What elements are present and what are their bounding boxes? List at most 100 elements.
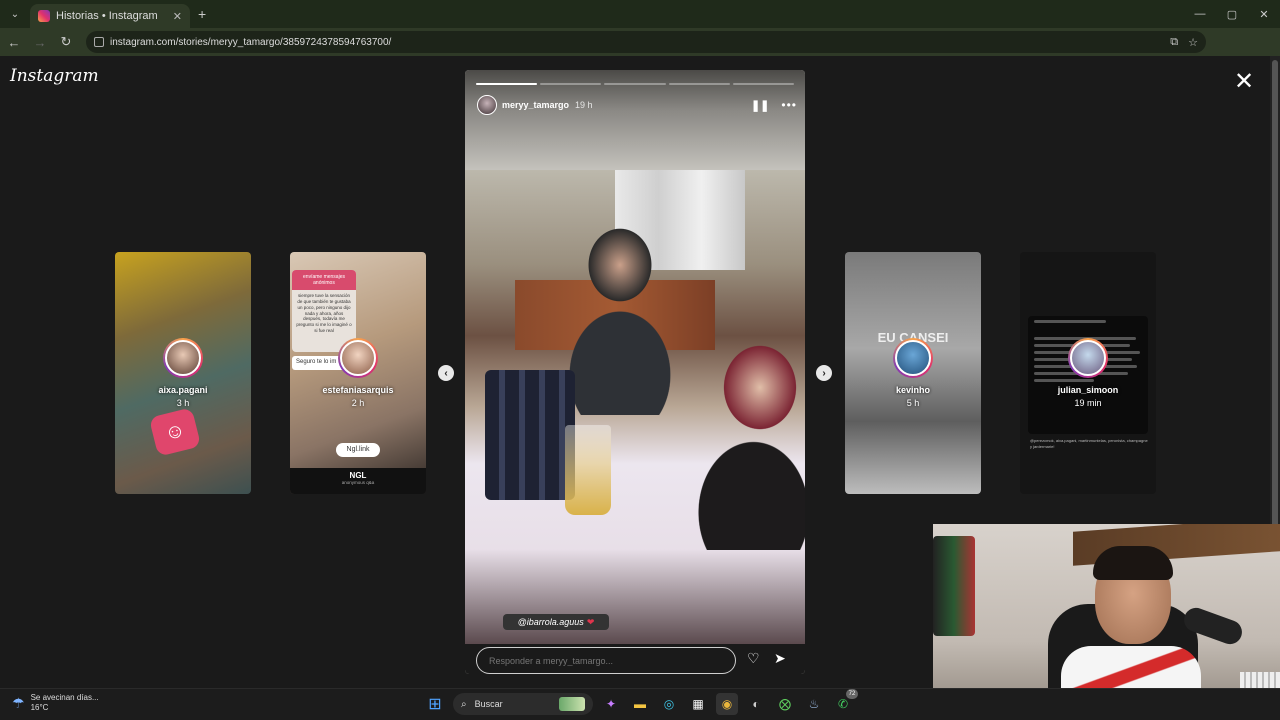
browser-tabbar: ⌄ Historias • Instagram ✕ + — ▢ ✕ xyxy=(0,0,1280,28)
smiley-sticker-icon: ☺ xyxy=(148,407,202,457)
ngl-question-body: siempre tuve la sensación de que también… xyxy=(296,293,352,334)
preview-username: estefaniasarquis xyxy=(322,385,394,395)
preview-tags-text: @perezcmok, aixa.pagani, martinmuntelas,… xyxy=(1030,438,1148,449)
bookmark-star-icon[interactable]: ☆ xyxy=(1188,36,1198,49)
more-options-icon[interactable]: ••• xyxy=(781,98,797,112)
windows-taskbar: ☂ Se avecinan días... 16°C ⊞ ⌕ Buscar ✦ … xyxy=(0,688,1280,720)
heart-emoji-icon: ❤ xyxy=(586,616,595,627)
reload-icon[interactable]: ↻ xyxy=(54,30,78,54)
story-progress-bar xyxy=(476,83,795,85)
progress-segment xyxy=(476,83,538,85)
webcam-hair xyxy=(1093,546,1173,580)
copilot-icon[interactable]: ✦ xyxy=(600,693,622,715)
weather-line2: 16°C xyxy=(30,703,49,713)
next-story-button[interactable]: › xyxy=(816,365,832,381)
window-controls: — ▢ ✕ xyxy=(1184,0,1280,28)
search-icon: ⌕ xyxy=(461,698,467,710)
search-label: Buscar xyxy=(474,699,503,709)
tab-search-menu-icon[interactable]: ⌄ xyxy=(4,3,26,25)
notification-badge: 72 xyxy=(846,689,858,699)
ngl-link-sticker: Ngl.link xyxy=(336,443,380,457)
story-preview-julian-simoon[interactable]: @perezcmok, aixa.pagani, martinmuntelas,… xyxy=(1020,252,1156,494)
ngl-question-card: envíame mensajes anónimos siempre tuve l… xyxy=(292,270,356,352)
preview-time: 3 h xyxy=(176,398,190,408)
windows-start-icon[interactable]: ⊞ xyxy=(424,693,446,715)
webcam-wall-flag xyxy=(933,536,975,636)
browser-toolbar: ← → ↻ instagram.com/stories/meryy_tamarg… xyxy=(0,28,1280,73)
tweet-line xyxy=(1034,320,1106,323)
progress-segment xyxy=(540,83,602,85)
preview-time: 5 h xyxy=(906,398,920,408)
story-preview-kevinho[interactable]: EU CANSEI kevinho 5 h xyxy=(845,252,981,494)
mention-sticker[interactable]: @ibarrola.aguus ❤ xyxy=(503,614,609,630)
taskbar-search[interactable]: ⌕ Buscar xyxy=(453,693,593,715)
story-viewer[interactable]: meryy_tamargo 19 h ❚❚ ••• @ibarrola.aguu… xyxy=(465,70,805,674)
story-preview-aixa-pagani[interactable]: ☺ aixa.pagani 3 h xyxy=(115,252,251,494)
xbox-icon[interactable]: ⨂ xyxy=(774,693,796,715)
instagram-favicon-icon xyxy=(38,10,50,22)
back-arrow-icon[interactable]: ← xyxy=(2,30,26,54)
minimize-button[interactable]: — xyxy=(1184,0,1216,28)
ngl-title: NGL xyxy=(349,471,367,480)
story-footer: ♡ ➤ xyxy=(465,644,805,674)
photo-person-right xyxy=(695,300,805,550)
weather-rain-icon: ☂ xyxy=(12,694,25,711)
close-window-button[interactable]: ✕ xyxy=(1248,0,1280,28)
preview-username: aixa.pagani xyxy=(158,385,208,395)
story-preview-estefaniasarquis[interactable]: envíame mensajes anónimos siempre tuve l… xyxy=(290,252,426,494)
search-highlight-icon xyxy=(559,697,585,711)
whatsapp-icon[interactable]: ✆ 72 xyxy=(832,689,858,715)
previous-story-button[interactable]: ‹ xyxy=(438,365,454,381)
obs-icon[interactable]: ◐ xyxy=(745,693,767,715)
url-text[interactable]: instagram.com/stories/meryy_tamargo/3859… xyxy=(110,37,1160,48)
ngl-bar: NGL anonymous q&a xyxy=(290,468,426,494)
edge-icon[interactable]: ◎ xyxy=(658,693,680,715)
address-bar[interactable]: instagram.com/stories/meryy_tamargo/3859… xyxy=(86,31,1206,53)
send-icon[interactable]: ➤ xyxy=(774,650,786,667)
pause-icon[interactable]: ❚❚ xyxy=(751,99,769,112)
install-app-icon[interactable]: ⧉ xyxy=(1170,36,1178,49)
photo-cup xyxy=(565,425,611,515)
avatar[interactable] xyxy=(477,95,497,115)
microsoft-store-icon[interactable]: ▦ xyxy=(687,693,709,715)
avatar xyxy=(165,340,201,376)
site-info-icon[interactable] xyxy=(94,37,104,47)
forward-arrow-icon[interactable]: → xyxy=(28,30,52,54)
close-stories-icon[interactable]: ✕ xyxy=(1234,70,1254,94)
weather-widget[interactable]: ☂ Se avecinan días... 16°C xyxy=(12,693,99,714)
progress-segment xyxy=(668,83,730,85)
progress-fill xyxy=(476,83,538,85)
preview-avatar-ring xyxy=(163,338,203,378)
avatar xyxy=(1070,340,1106,376)
tweet-line xyxy=(1034,379,1094,382)
ngl-anon-text: anonymous q&a xyxy=(341,480,375,485)
tab-title: Historias • Instagram xyxy=(56,10,158,22)
photo-cans xyxy=(485,370,575,500)
preview-time: 2 h xyxy=(351,398,365,408)
avatar xyxy=(340,340,376,376)
preview-avatar-ring xyxy=(1068,338,1108,378)
preview-time: 19 min xyxy=(1074,398,1102,408)
tab-historias[interactable]: Historias • Instagram ✕ xyxy=(30,4,190,28)
preview-avatar-ring xyxy=(893,338,933,378)
progress-segment xyxy=(732,83,795,85)
steam-icon[interactable]: ♨ xyxy=(803,693,825,715)
story-header: meryy_tamargo 19 h ❚❚ ••• xyxy=(477,94,797,116)
reply-input[interactable] xyxy=(476,647,736,674)
chrome-icon[interactable]: ◉ xyxy=(716,693,738,715)
story-top-gradient xyxy=(465,70,805,170)
preview-username: julian_simoon xyxy=(1057,385,1119,395)
new-tab-button[interactable]: + xyxy=(198,6,206,22)
mention-text: @ibarrola.aguus xyxy=(517,617,584,627)
progress-segment xyxy=(604,83,666,85)
taskbar-apps: ⊞ ⌕ Buscar ✦ ▬ ◎ ▦ ◉ ◐ ⨂ ♨ ✆ 72 xyxy=(424,689,861,715)
file-explorer-icon[interactable]: ▬ xyxy=(629,693,651,715)
instagram-logo[interactable]: Instagram xyxy=(10,66,99,86)
story-photo xyxy=(465,170,805,644)
tab-close-icon[interactable]: ✕ xyxy=(173,10,182,23)
ngl-question-header: envíame mensajes anónimos xyxy=(292,270,356,290)
weather-line1: Se avecinan días... xyxy=(30,693,99,702)
maximize-button[interactable]: ▢ xyxy=(1216,0,1248,28)
like-heart-icon[interactable]: ♡ xyxy=(747,650,760,667)
story-username[interactable]: meryy_tamargo xyxy=(502,100,569,110)
